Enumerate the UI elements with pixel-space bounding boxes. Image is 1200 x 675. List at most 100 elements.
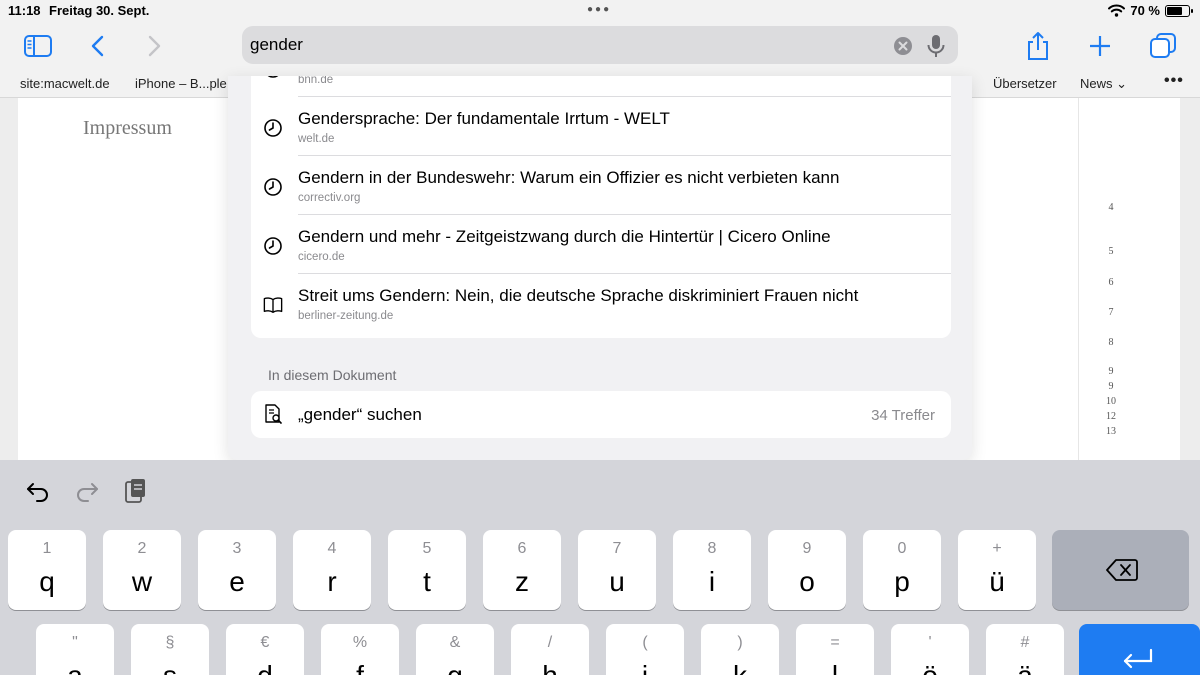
key-alt-label: + bbox=[992, 540, 1002, 557]
result-url: bnn.de bbox=[298, 76, 334, 86]
section-header: In diesem Dokument bbox=[268, 367, 397, 383]
key-i[interactable]: 8i bbox=[673, 530, 751, 610]
book-icon bbox=[263, 297, 283, 313]
history-result-row[interactable]: bnn.de bbox=[251, 76, 951, 97]
key-ü[interactable]: + ü bbox=[958, 530, 1036, 610]
history-result-row[interactable]: Gendersprache: Der fundamentale Irrtum -… bbox=[251, 97, 951, 156]
result-url: cicero.de bbox=[298, 251, 345, 263]
key-main-label: z bbox=[515, 566, 529, 597]
status-indicators: 70 % bbox=[1108, 3, 1193, 18]
key-ö[interactable]: 'ö bbox=[891, 624, 969, 675]
paste-icon[interactable] bbox=[120, 476, 150, 506]
key-d[interactable]: €d bbox=[226, 624, 304, 675]
bookmark-item[interactable]: site:macwelt.de bbox=[20, 76, 110, 91]
search-suggestions-popover: bnn.de Gendersprache: Der fundamentale I… bbox=[228, 76, 972, 460]
key-a[interactable]: "a bbox=[36, 624, 114, 675]
key-g[interactable]: &g bbox=[416, 624, 494, 675]
address-bar[interactable] bbox=[242, 26, 958, 64]
history-result-row[interactable]: Gendern in der Bundeswehr: Warum ein Off… bbox=[251, 156, 951, 215]
key-main-label: t bbox=[423, 566, 431, 597]
key-main-label: e bbox=[229, 566, 245, 597]
return-icon bbox=[1123, 648, 1153, 669]
toc-page-number: 9 bbox=[1108, 381, 1114, 392]
key-alt-label: 8 bbox=[707, 540, 717, 557]
key-l[interactable]: =l bbox=[796, 624, 874, 675]
history-clock-icon bbox=[264, 178, 282, 196]
reading-list-result-row[interactable]: Streit ums Gendern: Nein, die deutsche S… bbox=[251, 274, 951, 333]
clear-text-icon[interactable] bbox=[893, 36, 913, 56]
key-alt-label: ( bbox=[642, 634, 648, 651]
key-alt-label: ) bbox=[737, 634, 743, 651]
browser-toolbar bbox=[0, 22, 1200, 70]
key-main-label: p bbox=[894, 566, 910, 597]
forward-icon[interactable] bbox=[138, 30, 170, 62]
key-ä[interactable]: #ä bbox=[986, 624, 1064, 675]
toc-page-number: 8 bbox=[1108, 337, 1114, 348]
key-j[interactable]: (j bbox=[606, 624, 684, 675]
match-count: 34 Treffer bbox=[871, 407, 935, 424]
result-title: Gendern in der Bundeswehr: Warum ein Off… bbox=[298, 168, 840, 187]
toc-page-number: 13 bbox=[1106, 426, 1116, 437]
battery-percent: 70 % bbox=[1130, 3, 1160, 18]
key-alt-label: 2 bbox=[137, 540, 147, 557]
key-main-label: a bbox=[36, 660, 114, 675]
back-icon[interactable] bbox=[82, 30, 114, 62]
key-o[interactable]: 9o bbox=[768, 530, 846, 610]
key-s[interactable]: §s bbox=[131, 624, 209, 675]
key-alt-label: § bbox=[165, 634, 175, 651]
bookmark-item[interactable]: Übersetzer bbox=[993, 76, 1057, 91]
new-tab-icon[interactable] bbox=[1084, 30, 1116, 62]
key-main-label: o bbox=[799, 566, 815, 597]
key-k[interactable]: )k bbox=[701, 624, 779, 675]
delete-key[interactable] bbox=[1052, 530, 1189, 610]
key-alt-label: 3 bbox=[232, 540, 242, 557]
battery-icon bbox=[1165, 4, 1193, 17]
sidebar-icon[interactable] bbox=[22, 30, 54, 62]
key-alt-label: 4 bbox=[327, 540, 337, 557]
multitasking-dots-icon[interactable]: ●●● bbox=[587, 4, 611, 15]
key-main-label: j bbox=[606, 660, 684, 675]
return-key[interactable] bbox=[1079, 624, 1200, 675]
key-main-label: h bbox=[511, 660, 589, 675]
history-result-row[interactable]: Gendern und mehr - Zeitgeistzwang durch … bbox=[251, 215, 951, 274]
status-time: 11:18 bbox=[8, 3, 41, 18]
key-h[interactable]: /h bbox=[511, 624, 589, 675]
key-f[interactable]: %f bbox=[321, 624, 399, 675]
key-main-label: r bbox=[327, 566, 337, 597]
find-on-page-row[interactable]: „gender“ suchen 34 Treffer bbox=[251, 391, 951, 438]
key-r[interactable]: 4r bbox=[293, 530, 371, 610]
result-url: welt.de bbox=[298, 133, 335, 145]
key-main-label: s bbox=[131, 660, 209, 675]
key-main-label: d bbox=[226, 660, 304, 675]
toc-page-number: 6 bbox=[1108, 277, 1114, 288]
share-icon[interactable] bbox=[1022, 30, 1054, 62]
history-clock-icon bbox=[267, 76, 279, 78]
key-q[interactable]: 1q bbox=[8, 530, 86, 610]
key-e[interactable]: 3e bbox=[198, 530, 276, 610]
on-screen-keyboard: 1q2w3e4r5t6z7u8i9o0p+ü "a§s€d%f&g/h(j)k=… bbox=[0, 460, 1200, 675]
toc-page-number: 9 bbox=[1108, 366, 1114, 377]
key-z[interactable]: 6z bbox=[483, 530, 561, 610]
history-clock-icon bbox=[264, 237, 282, 255]
tab-overview-icon[interactable] bbox=[1147, 30, 1179, 62]
key-main-label: g bbox=[416, 660, 494, 675]
bookmark-item[interactable]: iPhone – B...ple bbox=[135, 76, 227, 91]
more-icon[interactable]: ••• bbox=[1164, 72, 1184, 90]
bookmark-folder-news[interactable]: News ⌄ bbox=[1080, 76, 1127, 92]
microphone-icon[interactable] bbox=[925, 34, 947, 58]
result-title: Gendersprache: Der fundamentale Irrtum -… bbox=[298, 109, 670, 128]
key-u[interactable]: 7u bbox=[578, 530, 656, 610]
redo-icon[interactable] bbox=[72, 476, 102, 506]
key-main-label: l bbox=[796, 660, 874, 675]
key-p[interactable]: 0p bbox=[863, 530, 941, 610]
key-alt-label: 0 bbox=[897, 540, 907, 557]
key-t[interactable]: 5t bbox=[388, 530, 466, 610]
key-alt-label: % bbox=[352, 634, 368, 651]
page-divider bbox=[1078, 98, 1079, 460]
undo-icon[interactable] bbox=[23, 476, 53, 506]
address-input[interactable] bbox=[250, 32, 880, 58]
key-alt-label: # bbox=[1020, 634, 1030, 651]
key-main-label: q bbox=[39, 566, 55, 597]
key-alt-label: " bbox=[72, 634, 78, 651]
key-w[interactable]: 2w bbox=[103, 530, 181, 610]
